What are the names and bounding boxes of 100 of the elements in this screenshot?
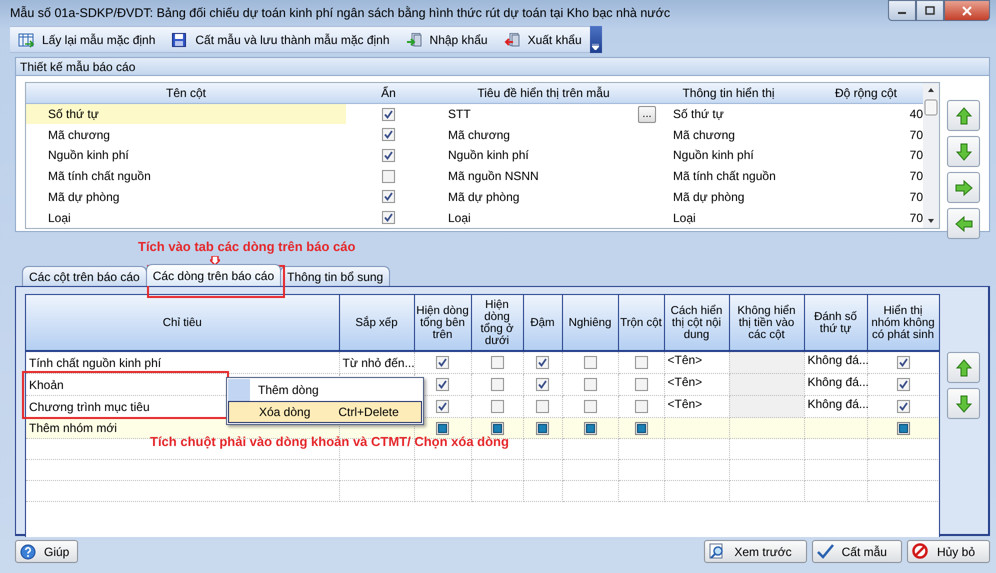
save-button[interactable]: Cất mẫu [812,540,902,563]
menu-item-label: Thêm dòng [258,383,319,397]
cancel-button[interactable]: Hủy bỏ [906,540,990,563]
toolbar-button[interactable]: Nhập khẩu [398,26,496,53]
table-cell-text: Loại [672,210,697,227]
column-header[interactable]: Hiển thị nhóm không có phát sinh [867,295,939,351]
table-cell: 40 [801,103,923,124]
prohibited-icon [912,543,929,560]
column-header[interactable]: Đậm [523,295,562,351]
toolbar-overflow-button[interactable] [590,26,602,53]
tab[interactable]: Thông tin bổ sung [280,266,390,286]
checkbox[interactable] [634,400,648,413]
help-icon [20,544,36,560]
new-row-square-icon [584,422,596,434]
checkbox[interactable] [634,356,648,369]
checkbox[interactable] [436,356,449,369]
export-icon [504,32,520,48]
table-cell-text: 70 [908,147,923,164]
move-down-button[interactable] [947,388,980,419]
move-right-button[interactable] [947,172,980,203]
checkbox[interactable] [584,356,596,369]
checkbox[interactable] [382,128,395,142]
column-header[interactable]: Nghiêng [562,295,618,351]
checkbox[interactable] [896,400,910,413]
table-cell-text: Mã tính chất nguồn [47,168,152,186]
table-row[interactable]: Số thứ tự STT ... Số thứ tự 40 [26,103,923,124]
table-cell: Từ nhỏ đến... [339,351,414,374]
column-header[interactable]: Cách hiển thị cột nội dung [664,295,729,351]
grid-icon [18,32,34,48]
tab[interactable]: Các dòng trên báo cáo [146,264,282,286]
checkbox[interactable] [490,356,504,369]
close-button[interactable] [944,0,990,21]
table-cell-text: Mã chương [672,126,736,144]
toolbar-button[interactable]: Lấy lại mẫu mặc định [10,26,164,53]
tab[interactable]: Các cột trên báo cáo [22,266,147,286]
checkbox[interactable] [634,378,648,391]
table-cell-text: 70 [908,210,923,227]
minimize-button[interactable] [888,0,916,21]
column-header[interactable]: Không hiển thị tiền vào các cột [729,295,804,351]
checkbox[interactable] [490,400,504,413]
column-header[interactable]: Hiện dòng tổng ở dưới [471,295,523,351]
checkbox[interactable] [896,356,910,369]
table-row[interactable]: Loại Loại Loại 70 [26,207,923,228]
move-up-button[interactable] [947,100,980,131]
column-header[interactable]: Đánh số thứ tự [804,295,867,351]
checkbox[interactable] [436,400,449,413]
checkmark-icon [816,543,834,560]
checkbox[interactable] [382,148,395,162]
column-header[interactable]: Trộn cột [618,295,664,351]
new-row-square-icon [634,422,648,434]
column-header[interactable]: Tiêu đề hiển thị trên mẫu [431,83,656,104]
import-icon [406,32,422,48]
column-header[interactable]: Độ rộng cột [801,83,923,104]
preview-button[interactable]: Xem trước [704,540,807,563]
toolbar-button[interactable]: Xuất khẩu [496,26,590,53]
move-left-button[interactable] [947,208,980,239]
help-button[interactable]: Giúp [15,540,78,563]
column-header[interactable]: Tên cột [26,83,346,104]
table-cell-text: Nguồn kinh phí [672,147,755,164]
table-cell: Số thứ tự [656,103,801,124]
column-header[interactable]: Chỉ tiêu [26,295,339,351]
table-cell-text: Mã tính chất nguồn [672,168,777,186]
checkbox[interactable] [584,378,596,391]
menu-item[interactable]: Xóa dòng Ctrl+Delete [228,401,422,423]
toolbar-button[interactable]: Cất mẫu và lưu thành mẫu mặc định [163,26,398,53]
maximize-icon [925,6,935,15]
table-cell-text: 70 [908,168,923,186]
table-cell-text: 70 [908,126,923,144]
checkbox[interactable] [382,170,395,183]
move-up-button[interactable] [947,352,980,383]
column-header[interactable]: Sắp xếp [339,295,414,351]
table-cell-text: Mã dự phòng [47,188,120,206]
window-title: Mẫu số 01a-SDKP/ĐVDT: Bảng đối chiếu dự toán kinh phí ngân sách bằng hình thức rút dự toán tại Kho bạc nhà nước [10,6,672,20]
move-down-button[interactable] [947,136,980,167]
column-header[interactable]: Ẩn [346,83,431,104]
checkbox[interactable] [536,400,549,413]
checkbox[interactable] [896,378,910,391]
checkbox[interactable] [382,108,395,121]
checkbox[interactable] [382,211,395,224]
ellipsis-button[interactable]: ... [638,106,656,123]
table-row[interactable]: Mã chương Mã chương Mã chương 70 [26,124,923,146]
checkbox[interactable] [490,378,504,391]
new-row-square-icon [436,422,449,434]
checkbox[interactable] [584,400,596,413]
table-row[interactable]: Mã tính chất nguồn Mã nguồn NSNN Mã tính chất nguồn 70 [26,166,923,187]
column-header[interactable]: Thông tin hiển thị [656,83,801,104]
caret-down-icon [592,44,600,50]
table-row[interactable]: Mã dự phòng Mã dự phòng Mã dự phòng 70 [26,186,923,208]
new-row-square-icon [536,422,549,434]
table-cell: Không đá... [804,374,867,396]
maximize-button[interactable] [916,0,944,21]
checkbox[interactable] [536,356,549,369]
table-cell-text: Mã dự phòng [447,188,520,206]
checkbox[interactable] [436,378,449,391]
annotation-text: Tích vào tab các dòng trên báo cáo [138,239,356,254]
table-row[interactable]: Nguồn kinh phí Nguồn kinh phí Nguồn kinh phí 70 [26,145,923,166]
checkbox[interactable] [536,378,549,391]
checkbox[interactable] [382,190,395,204]
column-header[interactable]: Hiện dòng tổng bên trên [414,295,471,351]
table-cell-text: Nguồn kinh phí [47,147,130,164]
